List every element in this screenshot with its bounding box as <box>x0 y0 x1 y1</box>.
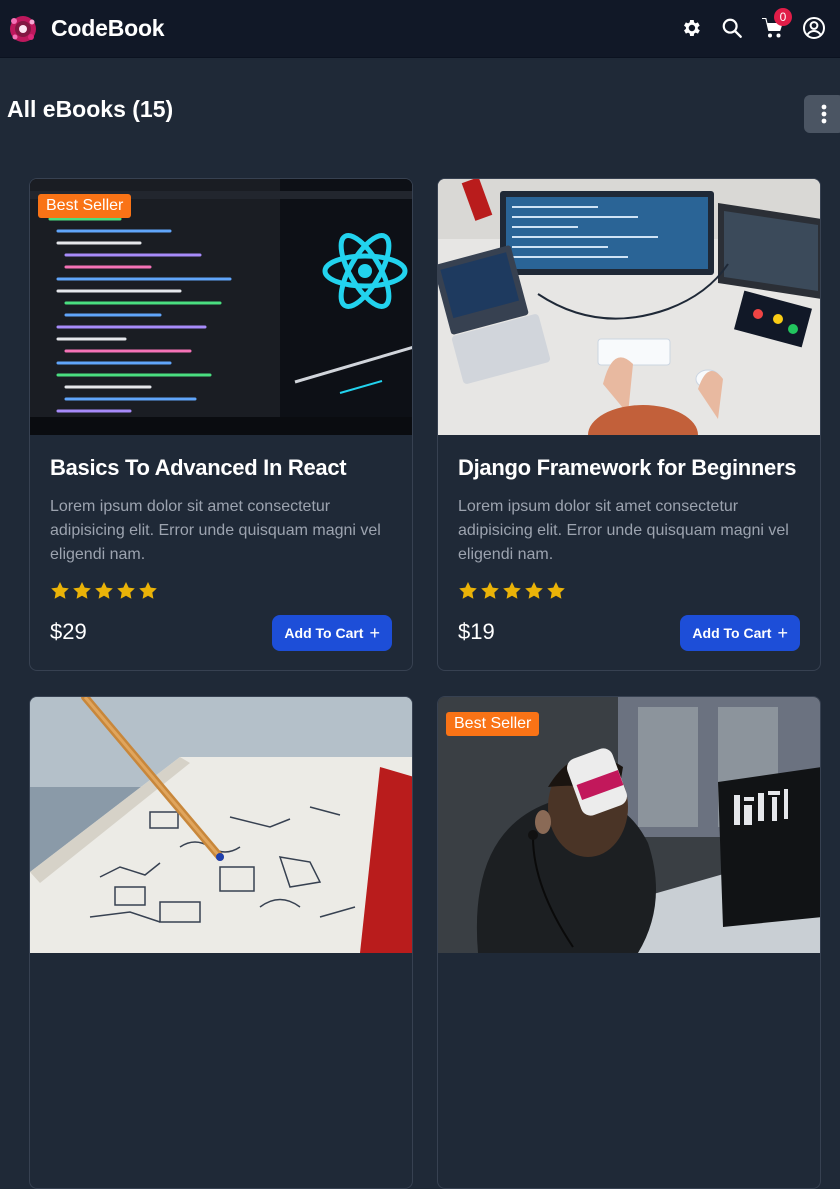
star-icon <box>459 582 477 599</box>
user-icon[interactable] <box>802 16 826 40</box>
product-image[interactable]: Best Seller <box>438 697 820 953</box>
plus-icon: + <box>369 623 380 643</box>
vertical-dots-icon <box>821 104 827 124</box>
rating-stars <box>50 581 160 601</box>
product-title[interactable]: Django Framework for Beginners <box>458 455 808 481</box>
add-to-cart-label: Add To Cart <box>284 625 364 641</box>
best-seller-badge: Best Seller <box>446 712 540 736</box>
brand-name[interactable]: CodeBook <box>51 15 165 42</box>
add-to-cart-button[interactable]: Add To Cart + <box>680 615 800 651</box>
settings-icon[interactable] <box>679 16 703 40</box>
search-icon[interactable] <box>720 16 744 40</box>
logo-icon[interactable] <box>8 14 38 44</box>
star-icon <box>73 582 91 599</box>
star-icon <box>481 582 499 599</box>
filter-menu-button[interactable] <box>804 95 840 133</box>
star-icon <box>503 582 521 599</box>
star-icon <box>117 582 135 599</box>
product-description: Lorem ipsum dolor sit amet consectetur a… <box>50 498 381 563</box>
product-price: $29 <box>50 619 87 644</box>
product-description: Lorem ipsum dolor sit amet consectetur a… <box>458 498 789 563</box>
product-card <box>29 696 413 1189</box>
star-icon <box>139 582 157 599</box>
navbar: CodeBook 0 <box>0 0 840 58</box>
product-image[interactable] <box>438 179 820 435</box>
star-icon <box>547 582 565 599</box>
add-to-cart-button[interactable]: Add To Cart + <box>272 615 392 651</box>
product-card: Best Seller Basics To Advanced In React … <box>29 178 413 671</box>
product-price: $19 <box>458 619 495 644</box>
rating-stars <box>458 581 568 601</box>
cart-count-badge: 0 <box>774 8 792 26</box>
product-image[interactable] <box>30 697 412 953</box>
product-title[interactable]: Basics To Advanced In React <box>50 455 400 481</box>
best-seller-badge: Best Seller <box>38 194 132 218</box>
add-to-cart-label: Add To Cart <box>692 625 772 641</box>
star-icon <box>95 582 113 599</box>
product-image[interactable]: Best Seller <box>30 179 412 435</box>
star-icon <box>51 582 69 599</box>
page-title: All eBooks (15) <box>7 96 174 122</box>
product-card: Django Framework for Beginners Lorem ips… <box>437 178 821 671</box>
star-icon <box>525 582 543 599</box>
product-card: Best Seller <box>437 696 821 1189</box>
header-actions: 0 <box>662 8 826 44</box>
cart-icon[interactable]: 0 <box>761 8 792 40</box>
plus-icon: + <box>777 623 788 643</box>
